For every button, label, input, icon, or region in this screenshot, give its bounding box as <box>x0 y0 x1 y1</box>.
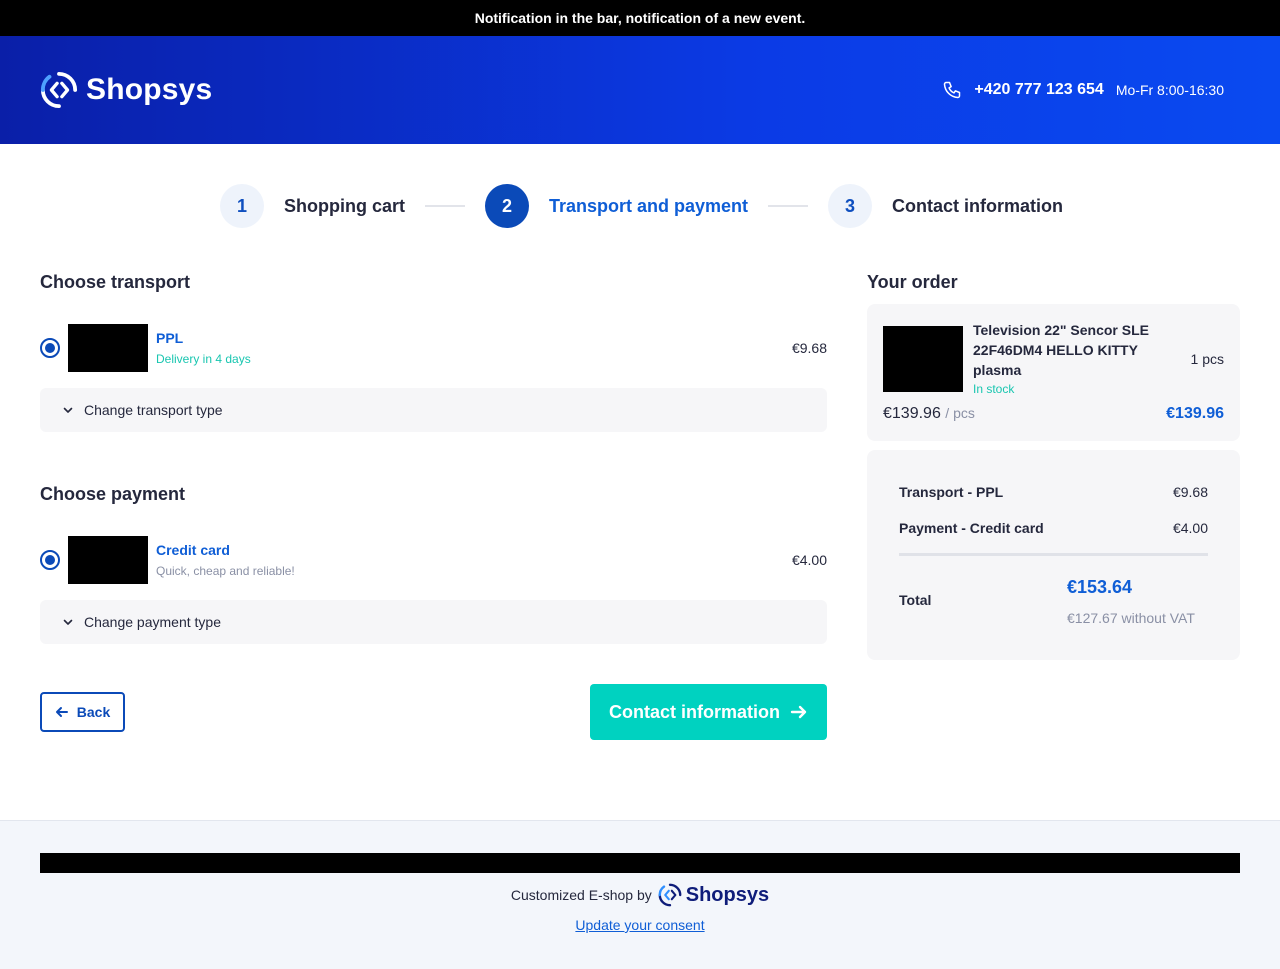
change-transport-label: Change transport type <box>84 402 223 418</box>
product-quantity: 1 pcs <box>1190 351 1224 367</box>
unit-price-value: €139.96 <box>883 405 941 422</box>
total-without-vat: €127.67 without VAT <box>1067 610 1195 626</box>
step-3-number: 3 <box>828 184 873 228</box>
step-2-number: 2 <box>485 184 529 228</box>
credit-text: Customized E-shop by <box>510 887 652 903</box>
change-payment-toggle[interactable]: Change payment type <box>40 600 827 644</box>
header-contact: +420 777 123 654 Mo-Fr 8:00-16:30 <box>942 80 1224 100</box>
notification-text: Notification in the bar, notification of… <box>474 10 806 26</box>
chevron-down-icon <box>63 407 73 413</box>
footer-credit: Customized E-shop by Shopsys <box>0 883 1280 907</box>
checkout-steps: 1 Shopping cart 2 Transport and payment … <box>220 184 1063 228</box>
payment-title: Choose payment <box>40 484 186 504</box>
summary-payment-value: €4.00 <box>1172 520 1208 536</box>
logo-text: Shopsys <box>86 73 213 106</box>
back-button[interactable]: Back <box>40 692 125 732</box>
transport-radio[interactable] <box>40 338 60 358</box>
summary-payment-label: Payment - Credit card <box>899 520 1044 536</box>
step-2-label: Transport and payment <box>549 195 749 216</box>
opening-hours: Mo-Fr 8:00-16:30 <box>1115 82 1224 98</box>
arrow-left-icon <box>55 707 68 717</box>
total-price: €153.64 <box>1067 577 1133 597</box>
phone-icon <box>944 81 961 99</box>
site-footer: Customized E-shop by Shopsys Update your… <box>0 820 1280 969</box>
footer-banner <box>40 853 1240 873</box>
transport-name: PPL <box>156 330 184 346</box>
product-unit-price: €139.96 / pcs <box>883 405 975 423</box>
payment-radio[interactable] <box>40 550 60 570</box>
step-1-label[interactable]: Shopping cart <box>284 196 405 217</box>
back-label: Back <box>76 704 111 720</box>
next-label: Contact information <box>609 701 780 722</box>
change-transport-toggle[interactable]: Change transport type <box>40 388 827 432</box>
notification-bar: Notification in the bar, notification of… <box>0 0 1280 36</box>
step-connector <box>425 205 465 207</box>
order-item-card: Television 22" Sencor SLE 22F46DM4 HELLO… <box>867 304 1240 441</box>
update-consent-link[interactable]: Update your consent <box>0 917 1280 933</box>
shopsys-logo-icon <box>658 883 682 907</box>
summary-payment-row: Payment - Credit card €4.00 <box>899 520 1208 536</box>
transport-delivery-time: Delivery in 4 days <box>156 352 251 366</box>
step-1-number[interactable]: 1 <box>220 184 264 228</box>
unit-price-suffix: / pcs <box>945 405 975 421</box>
payment-option-credit-card[interactable]: Credit card Quick, cheap and reliable! €… <box>40 536 827 584</box>
payment-name: Credit card <box>156 542 230 558</box>
step-3-label: Contact information <box>892 195 1064 216</box>
product-total-price: €139.96 <box>1166 405 1224 422</box>
phone-number[interactable]: +420 777 123 654 <box>974 81 1103 99</box>
payment-description: Quick, cheap and reliable! <box>156 564 295 578</box>
summary-transport-value: €9.68 <box>1172 484 1208 500</box>
transport-price: €9.68 <box>791 340 827 356</box>
summary-transport-row: Transport - PPL €9.68 <box>899 484 1208 500</box>
product-name[interactable]: Television 22" Sencor SLE 22F46DM4 HELLO… <box>973 320 1153 380</box>
product-image[interactable] <box>883 326 963 392</box>
transport-image <box>68 324 148 372</box>
total-label: Total <box>899 592 932 608</box>
change-payment-label: Change payment type <box>84 614 221 630</box>
arrow-right-icon <box>790 705 807 719</box>
footer-shopsys-logo[interactable]: Shopsys <box>658 883 769 907</box>
footer-logo-text: Shopsys <box>685 883 770 906</box>
payment-price: €4.00 <box>791 552 827 568</box>
step-connector <box>768 205 809 207</box>
transport-option-ppl[interactable]: PPL Delivery in 4 days €9.68 <box>40 324 827 372</box>
shopsys-logo-icon <box>40 71 78 109</box>
summary-divider <box>899 553 1208 556</box>
shopsys-logo[interactable]: Shopsys <box>40 71 212 109</box>
chevron-down-icon <box>63 619 73 625</box>
site-header: Shopsys +420 777 123 654 Mo-Fr 8:00-16:3… <box>0 36 1280 144</box>
payment-image <box>68 536 148 584</box>
order-title: Your order <box>867 272 958 292</box>
contact-information-button[interactable]: Contact information <box>590 684 827 740</box>
transport-title: Choose transport <box>40 272 191 292</box>
summary-transport-label: Transport - PPL <box>899 484 1004 500</box>
product-availability: In stock <box>973 382 1015 396</box>
order-summary: Transport - PPL €9.68 Payment - Credit c… <box>867 450 1240 660</box>
